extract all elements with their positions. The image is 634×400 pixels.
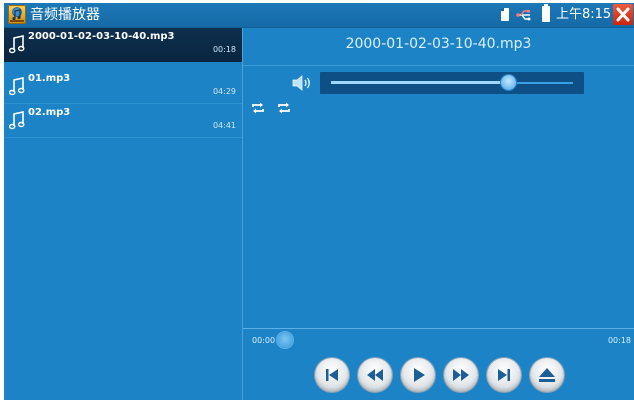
playlist-item-0[interactable]: 2000-01-02-03-10-40.mp3 00:18: [4, 28, 242, 62]
music-note-icon: [9, 111, 25, 130]
elapsed-time: 00:00: [252, 336, 276, 345]
fast-forward-button[interactable]: [444, 358, 478, 392]
status-clock: 上午8:15: [556, 7, 612, 22]
eject-button[interactable]: [530, 358, 564, 392]
usb-icon: [516, 10, 531, 21]
volume-knob[interactable]: [500, 75, 516, 90]
title-divider: [243, 65, 634, 66]
music-note-icon: [9, 35, 25, 54]
seek-bar[interactable]: [243, 328, 634, 329]
music-note-icon: [9, 77, 25, 96]
repeat-one-icon[interactable]: [276, 102, 292, 114]
status-bar: 音频播放器 上午8:15: [4, 3, 634, 28]
next-button[interactable]: [487, 358, 521, 392]
now-playing-title: 2000-01-02-03-10-40.mp3: [345, 36, 532, 52]
rewind-icon: [367, 369, 383, 381]
track-name: 2000-01-02-03-10-40.mp3: [28, 31, 175, 42]
skip-previous-icon: [326, 369, 338, 381]
music-app-icon: [8, 5, 26, 24]
track-duration: 04:41: [212, 121, 236, 130]
rewind-button[interactable]: [358, 358, 392, 392]
playlist-item-1[interactable]: 01.mp3 04:29: [4, 70, 242, 104]
total-time: 00:18: [607, 336, 631, 345]
sd-card-icon: [501, 8, 509, 21]
speaker-icon[interactable]: [291, 74, 313, 92]
track-duration: 04:29: [212, 87, 236, 96]
track-name: 01.mp3: [28, 73, 71, 84]
skip-next-icon: [498, 369, 510, 381]
playlist: 2000-01-02-03-10-40.mp3 00:18 01.mp3 04:…: [4, 28, 242, 400]
volume-fill: [331, 81, 508, 84]
play-button[interactable]: [401, 358, 435, 392]
close-icon: [616, 7, 630, 22]
track-duration: 00:18: [212, 45, 236, 54]
eject-icon: [539, 368, 555, 382]
volume-slider[interactable]: [320, 72, 584, 94]
track-name: 02.mp3: [28, 107, 71, 118]
battery-icon: [542, 4, 550, 22]
fast-forward-icon: [453, 369, 469, 381]
close-button[interactable]: [613, 4, 633, 25]
audio-player-window: 音频播放器 上午8:15 2000-01-02-03-10-40.mp3 00:…: [4, 3, 634, 400]
player-panel: 2000-01-02-03-10-40.mp3 00:00 00:18: [243, 28, 634, 400]
playlist-item-2[interactable]: 02.mp3 04:41: [4, 104, 242, 138]
repeat-all-icon[interactable]: [250, 102, 266, 114]
playback-controls: [315, 358, 575, 394]
app-title: 音频播放器: [30, 7, 100, 23]
previous-button[interactable]: [315, 358, 349, 392]
play-icon: [414, 368, 425, 382]
seek-knob[interactable]: [277, 332, 293, 348]
